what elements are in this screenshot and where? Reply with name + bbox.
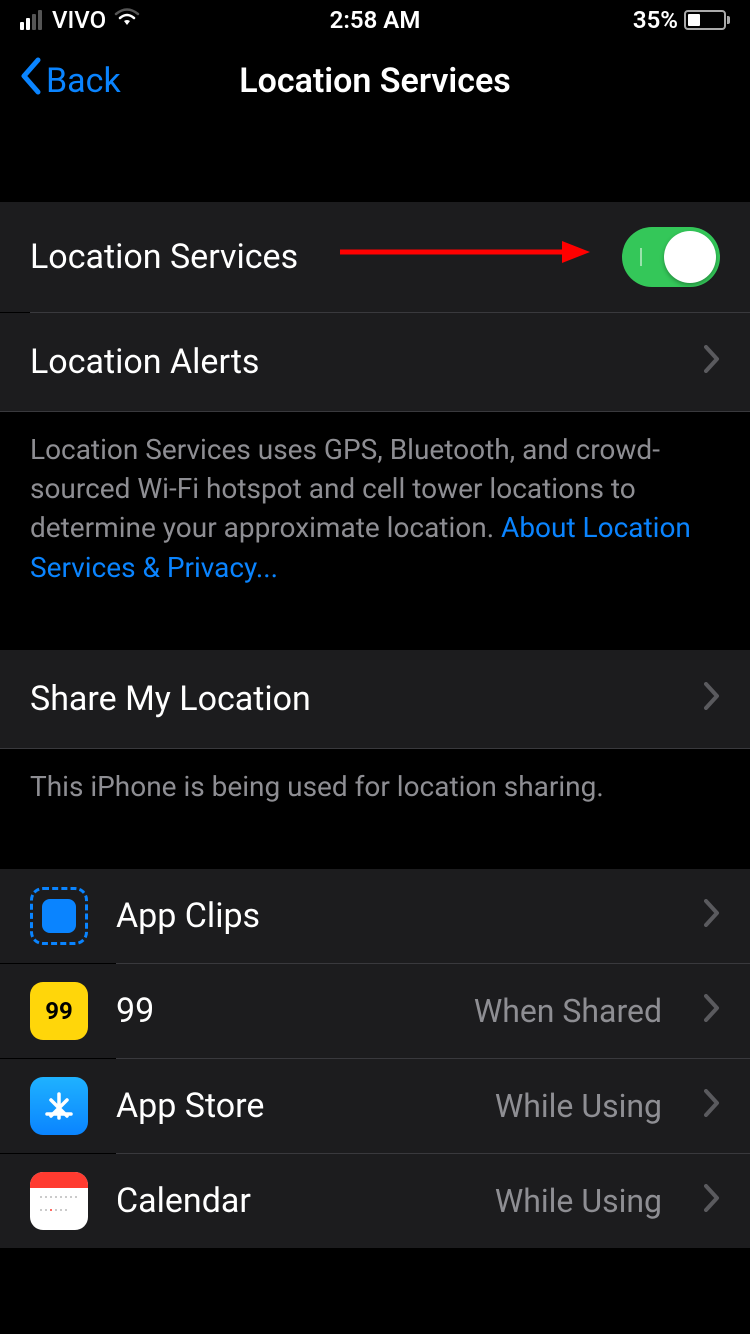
share-location-section: Share My Location This iPhone is being u… — [0, 650, 750, 824]
status-right: 35% — [633, 6, 730, 34]
calendar-icon — [30, 1172, 88, 1230]
chevron-left-icon — [18, 55, 42, 107]
location-services-toggle[interactable] — [622, 227, 720, 287]
battery-icon — [684, 10, 730, 30]
app-name-label: App Clips — [116, 896, 634, 936]
page-title: Location Services — [239, 61, 511, 101]
status-bar: VIVO 2:58 AM 35% — [0, 0, 750, 40]
location-services-description: Location Services uses GPS, Bluetooth, a… — [0, 412, 750, 605]
app-value-label: While Using — [495, 1182, 662, 1220]
share-my-location-label: Share My Location — [30, 679, 311, 719]
share-my-location-row[interactable]: Share My Location — [0, 650, 750, 748]
status-left: VIVO — [20, 6, 140, 34]
location-services-row[interactable]: Location Services — [0, 202, 750, 312]
chevron-right-icon — [704, 1086, 720, 1126]
app-row-appstore[interactable]: App Store While Using — [0, 1059, 750, 1153]
chevron-right-icon — [704, 991, 720, 1031]
app-name-label: 99 — [116, 991, 446, 1031]
app-value-label: When Shared — [474, 992, 662, 1030]
app-name-label: Calendar — [116, 1181, 467, 1221]
signal-icon — [20, 10, 42, 30]
appstore-icon — [30, 1077, 88, 1135]
carrier-label: VIVO — [52, 6, 106, 34]
location-settings-section: Location Services Location Alerts Locati… — [0, 202, 750, 605]
nav-header: Back Location Services — [0, 40, 750, 137]
share-location-description: This iPhone is being used for location s… — [0, 749, 750, 824]
chevron-right-icon — [704, 342, 720, 382]
location-alerts-label: Location Alerts — [30, 342, 259, 382]
app-value-label: While Using — [495, 1087, 662, 1125]
chevron-right-icon — [704, 679, 720, 719]
99-icon: 99 — [30, 982, 88, 1040]
wifi-icon — [114, 6, 140, 34]
battery-percent: 35% — [633, 6, 678, 34]
location-alerts-row[interactable]: Location Alerts — [0, 313, 750, 411]
app-row-calendar[interactable]: Calendar While Using — [0, 1154, 750, 1248]
app-row-99[interactable]: 99 99 When Shared — [0, 964, 750, 1058]
apps-section: App Clips 99 99 When Shared App Store Wh… — [0, 869, 750, 1248]
back-button[interactable]: Back — [18, 55, 121, 107]
back-label: Back — [46, 61, 121, 101]
location-services-label: Location Services — [30, 237, 298, 277]
chevron-right-icon — [704, 1181, 720, 1221]
chevron-right-icon — [704, 896, 720, 936]
app-row-appclips[interactable]: App Clips — [0, 869, 750, 963]
app-name-label: App Store — [116, 1086, 467, 1126]
appclips-icon — [30, 887, 88, 945]
time-label: 2:58 AM — [330, 6, 421, 34]
